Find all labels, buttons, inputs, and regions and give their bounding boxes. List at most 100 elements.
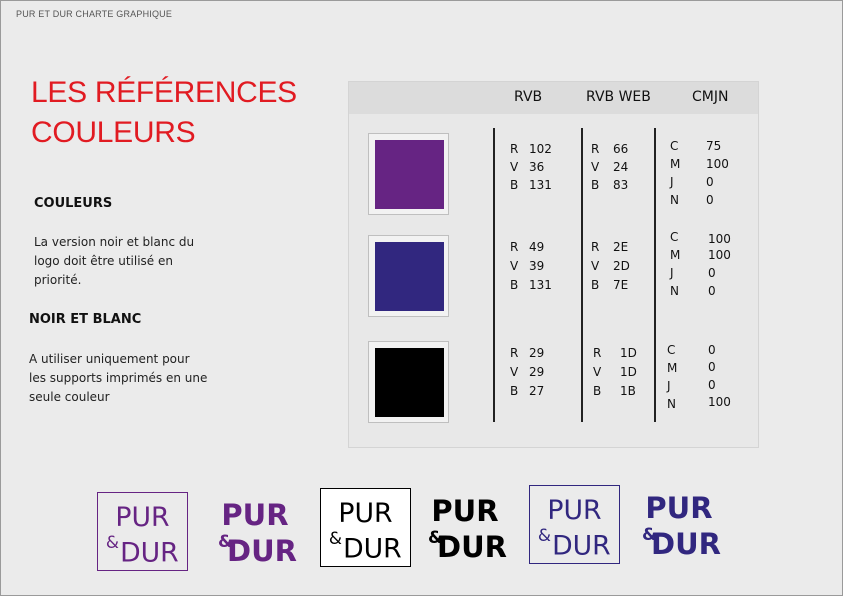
col-rvb-web-header: RVB WEB (586, 89, 651, 105)
logo-wordmark: PUR&DUR (106, 502, 179, 569)
rvb-r-label: R (510, 240, 519, 254)
rvb-values-black: R 29 V 29 B 27 (510, 344, 560, 404)
cmjn-values-black: C 0 M 0 J 0 N 100 (667, 341, 737, 417)
rvb-b-label: B (510, 278, 519, 292)
web-r-value: 66 (613, 142, 629, 156)
column-divider-web (581, 128, 583, 422)
cmjn-n-value: 100 (708, 395, 731, 409)
web-v-label: V (591, 160, 600, 174)
web-v-label: V (591, 259, 600, 273)
logo-wordmark: PUR&DUR (428, 494, 507, 564)
rvb-r-label: R (510, 346, 519, 360)
rvb-v-value: 36 (529, 160, 545, 174)
cmjn-n-value: 0 (706, 193, 714, 207)
col-cmjn-header: CMJN (692, 89, 729, 105)
rvb-r-value: 29 (529, 346, 545, 360)
page-title: LES RÉFÉRENCES COULEURS (31, 73, 321, 153)
cmjn-n-label: N (670, 193, 679, 207)
column-divider-rvb (493, 128, 495, 422)
rvb-v-label: V (510, 259, 519, 273)
page-title-line-2: COULEURS (31, 116, 196, 149)
rvb-values-purple: R 102 V 36 B 131 (510, 140, 560, 200)
web-v-label: V (593, 365, 602, 379)
web-b-label: B (591, 178, 600, 192)
noir-blanc-text: A utiliser uniquement pour les supports … (29, 352, 208, 404)
web-values-black: R 1D V 1D B 1B (593, 344, 643, 404)
rvb-r-label: R (510, 142, 519, 156)
col-rvb-header: RVB (514, 89, 543, 105)
cmjn-values-purple: C 75 M 100 J 0 N 0 (670, 137, 740, 213)
web-values-purple: R 66 V 24 B 83 (591, 140, 641, 200)
logo-text-dur: DUR (343, 534, 402, 565)
web-r-label: R (593, 346, 602, 360)
web-v-value: 2D (613, 259, 630, 273)
cmjn-j-label: J (670, 175, 674, 189)
logo-text-dur: DUR (227, 534, 297, 568)
logo-purple-bold: PUR & DUR (209, 492, 301, 569)
logo-black-bold: PUR & DUR (419, 488, 511, 565)
chart-page: PUR ET DUR CHARTE GRAPHIQUE LES RÉFÉRENC… (0, 0, 843, 596)
web-values-indigo: R 2E V 2D B 7E (591, 238, 641, 298)
color-swatch-purple (375, 140, 444, 209)
logo-text-pur: PUR (547, 495, 601, 526)
logo-wordmark: PUR&DUR (538, 495, 611, 562)
cmjn-m-value: 100 (706, 157, 729, 171)
logo-indigo-boxed: PUR & DUR (529, 485, 620, 564)
rvb-values-indigo: R 49 V 39 B 131 (510, 238, 560, 298)
column-divider-cmjn (654, 128, 656, 422)
swatch-frame-indigo (368, 235, 449, 317)
rvb-v-value: 39 (529, 259, 545, 273)
web-v-value: 1D (620, 365, 637, 379)
couleurs-heading: COULEURS (34, 196, 113, 211)
cmjn-c-value: 0 (708, 343, 716, 357)
cmjn-c-label: C (670, 139, 679, 153)
rvb-v-label: V (510, 160, 519, 174)
cmjn-n-value: 0 (708, 284, 716, 298)
logo-ampersand: & (106, 532, 119, 552)
logo-text-pur: PUR (221, 498, 288, 532)
swatch-frame-purple (368, 133, 449, 215)
rvb-b-value: 131 (529, 278, 552, 292)
logo-purple-boxed: PUR & DUR (97, 492, 188, 571)
web-b-label: B (591, 278, 600, 292)
cmjn-m-value: 100 (708, 248, 731, 262)
cmjn-values-indigo: C 100 M 100 J 0 N 0 (670, 228, 740, 304)
logo-text-dur: DUR (437, 530, 507, 564)
cmjn-m-label: M (670, 157, 681, 171)
cmjn-j-label: J (670, 266, 674, 280)
logo-text-pur: PUR (431, 494, 498, 528)
logo-indigo-bold: PUR & DUR (633, 485, 725, 562)
cmjn-n-label: N (670, 284, 679, 298)
rvb-b-value: 131 (529, 178, 552, 192)
web-r-value: 2E (613, 240, 629, 254)
cmjn-j-value: 0 (708, 266, 716, 280)
rvb-v-value: 29 (529, 365, 545, 379)
couleurs-text: La version noir et blanc du logo doit êt… (34, 235, 195, 287)
web-v-value: 24 (613, 160, 629, 174)
cmjn-m-label: M (670, 248, 681, 262)
logo-wordmark: PUR&DUR (329, 498, 402, 565)
header-label: PUR ET DUR CHARTE GRAPHIQUE (16, 9, 173, 19)
logo-ampersand: & (538, 525, 551, 545)
cmjn-c-label: C (667, 343, 676, 357)
logo-text-pur: PUR (115, 502, 169, 533)
web-b-value: 83 (613, 178, 629, 192)
web-r-label: R (591, 240, 600, 254)
cmjn-m-label: M (667, 361, 678, 375)
color-swatch-black (375, 348, 444, 417)
logo-ampersand: & (329, 528, 342, 548)
cmjn-n-label: N (667, 397, 676, 411)
cmjn-m-value: 0 (708, 360, 716, 374)
logo-wordmark: PUR&DUR (218, 498, 297, 568)
rvb-b-value: 27 (529, 384, 545, 398)
logo-text-dur: DUR (120, 538, 179, 569)
cmjn-c-label: C (670, 230, 679, 244)
web-b-value: 1B (620, 384, 636, 398)
rvb-b-label: B (510, 178, 519, 192)
color-swatch-indigo (375, 242, 444, 311)
web-b-label: B (593, 384, 602, 398)
logo-text-dur: DUR (651, 527, 721, 561)
color-reference-panel: RVB RVB WEB CMJN R 102 V 36 B 131 R 66 V… (348, 81, 759, 448)
rvb-r-value: 102 (529, 142, 552, 156)
cmjn-j-value: 0 (708, 378, 716, 392)
